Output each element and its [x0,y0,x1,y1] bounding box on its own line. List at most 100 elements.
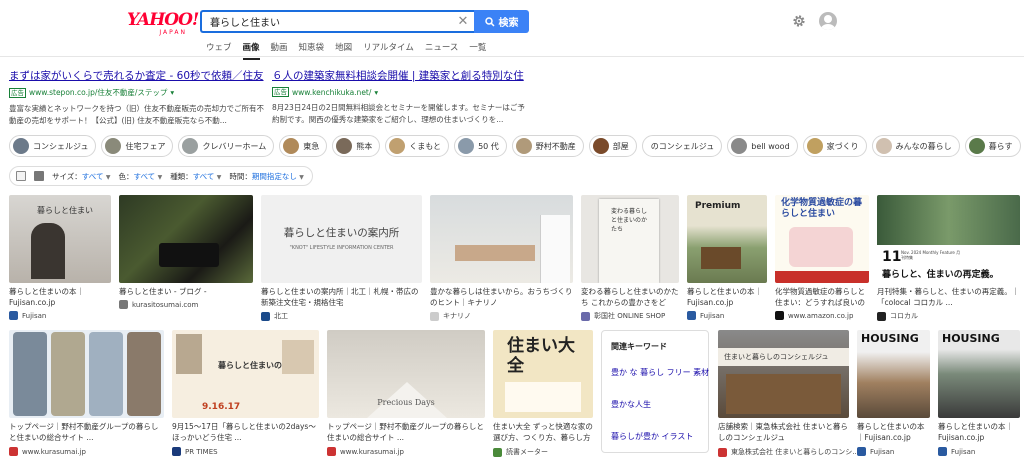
layout-list-icon[interactable] [34,171,44,181]
image-source[interactable]: Fujisan [857,447,894,456]
tab-list[interactable]: 一覧 [469,41,486,60]
result-image[interactable]: 暮らしと住まいの案内所 "KNOT" LIFESTYLE INFORMATION… [261,195,422,283]
image-source[interactable]: kurasitosumai.com [119,300,198,309]
image-caption[interactable]: 暮らしと住まいの本｜Fujisan.co.jp [687,286,767,308]
image-source[interactable]: キナリノ [430,311,471,321]
tab-images[interactable]: 画像 [242,41,260,60]
ad-title-link[interactable]: ６人の建築家無料相談会開催 | 建築家と創る特別な住 [272,68,527,83]
chip-label: 熊本 [356,141,373,151]
result-image[interactable]: HOUSING [938,330,1020,418]
chip-kurasu[interactable]: 暮らす [964,135,1021,157]
image-source[interactable]: www.kurasumai.jp [327,447,404,456]
ad-title-link[interactable]: まずは家がいくらで売れるか査定 - 60秒で依頼／住友 [9,68,264,83]
image-caption[interactable]: 変わる暮らしと住まいのかたち これからの豊かさをどう... [581,286,679,308]
result-image[interactable]: 暮らしと住まい [9,195,111,283]
image-caption[interactable]: 月刊特集・暮らしと、住まいの再定義。｜「colocal コロカル ... [877,286,1020,308]
chip-50s[interactable]: 50 代 [454,135,507,157]
result-image[interactable]: 住まいと暮らしのコンシェルジュ [718,330,849,418]
related-keyword-link[interactable]: 豊かな人生 [611,399,699,410]
image-source[interactable]: PR TIMES [172,447,218,456]
result-image[interactable]: 化学物質過敏症の暮らしと住まい [775,195,869,283]
caret-down-icon: ▼ [105,173,111,181]
result-image[interactable] [9,330,164,418]
clear-icon[interactable]: ✕ [452,14,474,29]
image-source[interactable]: Fujisan [938,447,975,456]
result-image[interactable]: 変わる暮らしと住まいのかたち [581,195,679,283]
layout-grid-icon[interactable] [16,171,26,181]
result-image[interactable] [430,195,573,283]
filter-type[interactable]: 種類：すべて ▼ [170,171,221,182]
ad-url-text: www.kenchikuka.net/ [292,87,372,97]
ad-url[interactable]: 広告 www.stepon.co.jp/住友不動産/ステップ ▾ [9,87,264,98]
filter-time[interactable]: 時間：期間指定なし ▼ [229,171,304,182]
search-button[interactable]: 検索 [474,10,529,33]
chip-concierge[interactable]: コンシェルジュ [9,135,97,157]
image-caption[interactable]: 暮らしと住まい - ブログ - [119,286,253,297]
result-image[interactable] [119,195,253,283]
chip-cleverly-home[interactable]: クレバリーホーム [178,135,275,157]
image-source[interactable]: 読書メーター [493,447,548,457]
chip-no-concierge[interactable]: のコンシェルジュ [641,135,723,157]
gear-icon[interactable] [792,14,806,28]
filter-size[interactable]: サイズ：すべて ▼ [52,171,110,182]
result-image[interactable]: 11 Nov. 2024 Monthly Feature 月刊特集 暮らしと、住… [877,195,1020,283]
chip-kumamoto[interactable]: 熊本 [332,135,381,157]
image-source[interactable]: www.amazon.co.jp [775,311,853,320]
related-keyword-link[interactable]: 豊か な 暮らし フリー 素材 [611,367,709,378]
image-caption[interactable]: 店舗検索｜東急株式会社 住まいと暮らしのコンシェルジュ [718,421,849,443]
image-source[interactable]: Fujisan [687,311,724,320]
chip-iezukuri[interactable]: 家づくり [802,135,867,157]
chip-housing-fair[interactable]: 住宅フェア [101,135,174,157]
image-source[interactable]: www.kurasumai.jp [9,447,86,456]
image-caption[interactable]: 豊かな暮らしは住まいから。おうちづくりのヒント｜キナリノ [430,286,573,308]
tab-chiebukuro[interactable]: 知恵袋 [299,41,325,60]
image-caption[interactable]: 暮らしと住まいの案内所｜北工｜札幌・帯広の新築注文住宅・規格住宅 [261,286,422,308]
result-image[interactable]: 暮らしと住まいの2days 9.16.17 [172,330,319,418]
related-keyword-link[interactable]: 暮らしが豊か イラスト [611,431,699,442]
kinarino-icon [430,311,439,321]
image-caption[interactable]: 9月15〜17日「暮らしと住まいの2days〜ほっかいどう住宅 ... [172,421,319,443]
image-source[interactable]: Fujisan [9,311,46,320]
avatar[interactable] [819,12,837,30]
chip-kumamoto-kana[interactable]: くまもと [385,135,450,157]
image-caption[interactable]: トップページ｜野村不動産グループの暮らしと住まいの総合サイト ... [327,421,485,443]
fujisan-icon [9,311,18,320]
chip-tokyu[interactable]: 東急 [279,135,328,157]
tab-news[interactable]: ニュース [425,41,459,60]
image-caption[interactable]: 住まい大全 ずっと快適な家の選び方、つくり方、暮らし方 ... [493,421,593,443]
tab-realtime[interactable]: リアルタイム [363,41,414,60]
chip-nomura[interactable]: 野村不動産 [511,135,584,157]
chip-minna-no-kurashi[interactable]: みんなの暮らし [871,135,960,157]
chip-label: 部屋 [612,141,629,151]
image-source[interactable]: 東急株式会社 住まいと暮らしのコンシ... [718,447,859,457]
image-caption[interactable]: 暮らしと住まいの本｜Fujisan.co.jp [857,421,930,443]
chip-thumbnail [105,138,122,154]
image-source[interactable]: 彰国社 ONLINE SHOP [581,311,665,321]
tab-map[interactable]: 地図 [335,41,352,60]
image-source[interactable]: コロカル [877,311,918,321]
caret-down-icon: ▼ [299,173,304,181]
chip-room[interactable]: 部屋 [588,135,637,157]
chip-thumbnail [875,138,892,154]
image-caption[interactable]: 暮らしと住まいの本｜Fujisan.co.jp [938,421,1020,443]
image-caption[interactable]: 化学物質過敏症の暮らしと住まい：どうすれば良いのか... [775,286,869,308]
tab-web[interactable]: ウェブ [206,41,232,60]
filter-color[interactable]: 色：すべて ▼ [118,171,162,182]
chip-bell-wood[interactable]: bell wood [727,135,798,157]
result-image[interactable]: Precious Days [327,330,485,418]
hokko-icon [261,311,270,321]
header: YAHOO! JAPAN 暮らしと住まい ✕ 検索 ウェブ 画像 動画 知恵袋 … [0,0,1024,60]
image-caption[interactable]: 暮らしと住まいの本｜Fujisan.co.jp [9,286,111,308]
search-query: 暮らしと住まい [210,18,280,29]
result-image[interactable]: Premium [687,195,767,283]
image-source[interactable]: 北工 [261,311,288,321]
ad-url[interactable]: 広告 www.kenchikuka.net/ ▾ [272,87,527,97]
image-caption[interactable]: トップページ｜野村不動産グループの暮らしと住まいの総合サイト ... [9,421,164,443]
yahoo-logo[interactable]: YAHOO! JAPAN [127,12,199,38]
prtimes-icon [172,447,181,456]
result-image[interactable]: HOUSING [857,330,930,418]
search-input[interactable]: 暮らしと住まい ✕ [200,10,474,33]
result-image[interactable]: 住まい大全 [493,330,593,418]
colocal-icon [877,311,886,321]
tab-video[interactable]: 動画 [271,41,288,60]
